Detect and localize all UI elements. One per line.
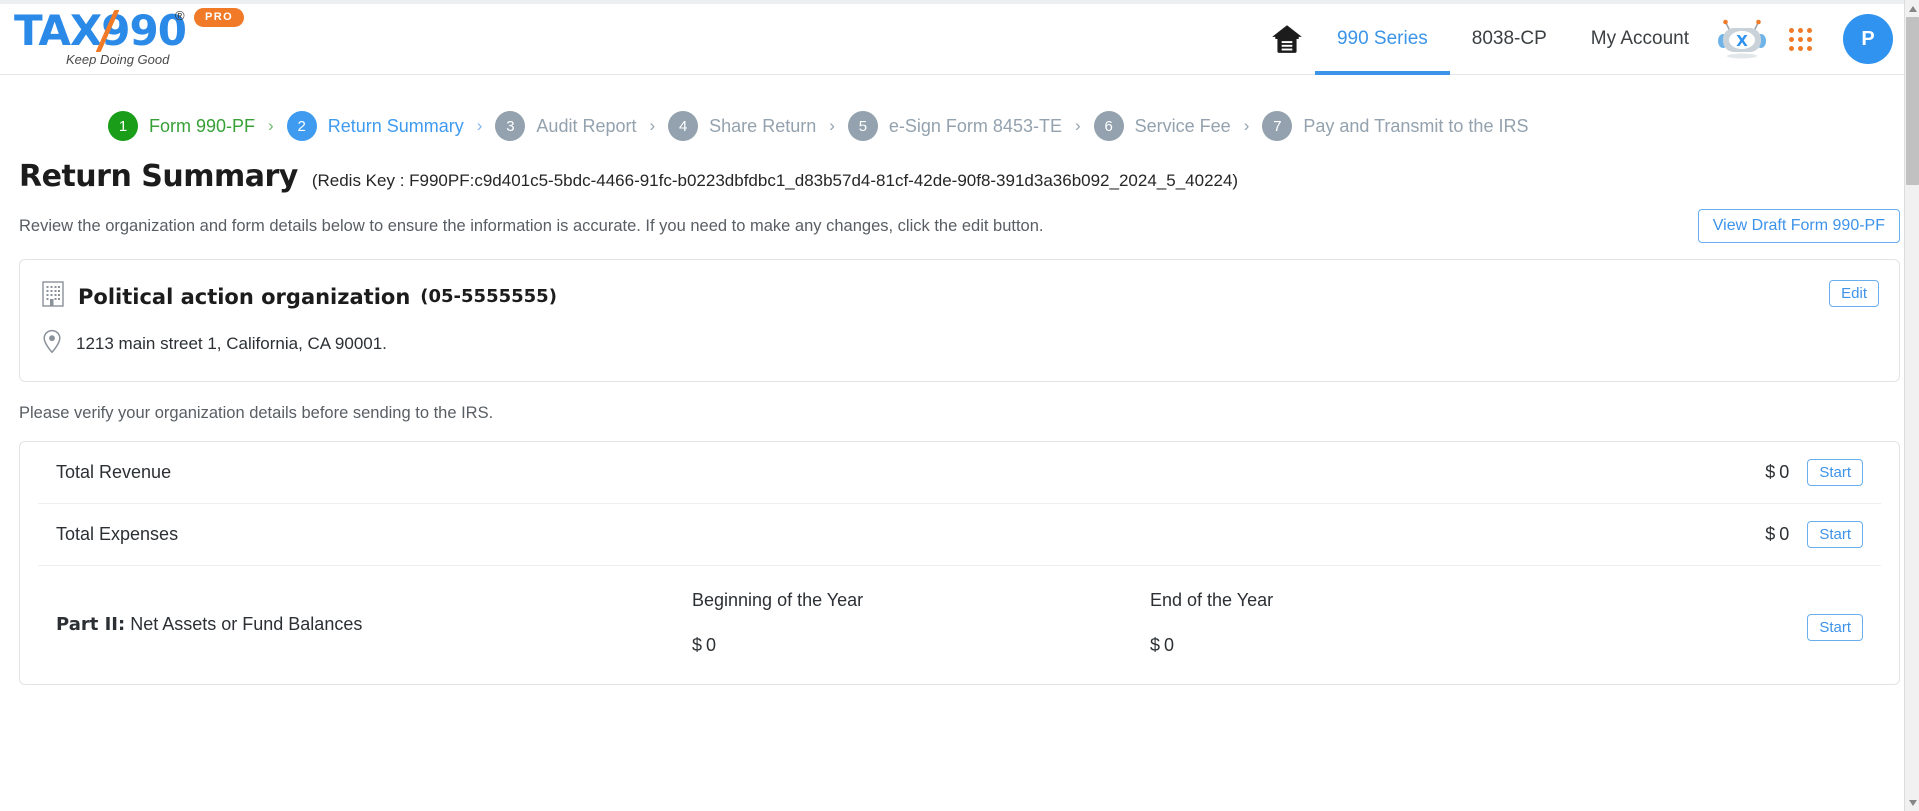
verify-note: Please verify your organization details … [19,404,494,422]
progress-stepper: 1 Form 990-PF › 2 Return Summary › 3 Aud… [0,75,1919,147]
beginning-of-year-column: Beginning of the Year $0 [692,590,1150,656]
organization-name-line: Political action organization (05-555555… [42,281,1879,312]
nav-item-8038-cp[interactable]: 8038-CP [1450,4,1569,75]
step-number: 6 [1093,111,1124,141]
scroll-down-arrow[interactable] [1905,794,1919,811]
form-summary-table: Total Revenue $0 Start Total Expenses $0… [19,441,1900,685]
end-of-year-column: End of the Year $0 [1150,590,1608,656]
logo-tagline: Keep Doing Good [66,52,170,67]
stepper-step-3[interactable]: 3 Audit Report [495,111,636,141]
intro-row: Review the organization and form details… [19,209,1900,243]
location-pin-icon [42,329,62,359]
nav-item-label: 990 Series [1336,28,1428,49]
organization-address-line: 1213 main street 1, California, CA 90001… [42,329,1879,359]
step-label: Service Fee [1134,115,1231,136]
end-of-year-label: End of the Year [1150,590,1274,610]
page-title: Return Summary [19,159,298,194]
row-amount: $0 [1765,524,1789,545]
step-number: 7 [1262,111,1293,141]
table-row: Total Expenses $0 Start [38,504,1881,566]
step-separator: › [829,116,835,135]
amount-value: 0 [706,635,717,655]
stepper-step-7[interactable]: 7 Pay and Transmit to the IRS [1262,111,1528,141]
step-separator: › [476,116,483,135]
currency-symbol: $ [1765,462,1776,482]
start-button-part-ii[interactable]: Start [1807,614,1863,641]
stepper-step-2[interactable]: 2 Return Summary [286,111,464,141]
row-label: Total Revenue [56,462,172,482]
step-separator: › [268,116,274,135]
avatar[interactable]: P [1843,14,1893,64]
step-separator: › [1243,116,1250,135]
chat-bot-icon[interactable]: X [1711,4,1773,75]
page-scrollbar[interactable] [1904,0,1919,811]
main-content: Return Summary (Redis Key : F990PF:c9d40… [0,159,1919,685]
part-ii-action-cell: Start [1807,590,1863,641]
step-label: Return Summary [327,115,464,136]
part-ii-prefix: Part II: [56,614,126,635]
step-label: Share Return [709,115,817,136]
amount-value: 0 [1164,635,1175,655]
end-of-year-value: $0 [1150,635,1608,656]
nav-item-my-account[interactable]: My Account [1569,4,1711,75]
step-label: Pay and Transmit to the IRS [1303,115,1529,136]
currency-symbol: $ [1150,635,1161,655]
view-draft-form-button[interactable]: View Draft Form 990-PF [1697,209,1900,243]
organization-address: 1213 main street 1, California, CA 90001… [76,334,387,353]
step-separator: › [649,116,656,135]
building-icon [42,281,64,312]
row-amount: $0 [1765,462,1789,483]
nav-item-label: 8038-CP [1471,28,1547,49]
app-header: TAX990 ® PRO Keep Doing Good 990 Series … [0,4,1919,75]
avatar-initial: P [1861,27,1875,50]
apps-grid-dots [1788,27,1812,51]
step-label: Audit Report [536,115,637,136]
organization-ein: (05-5555555) [420,286,557,307]
amount-value: 0 [1779,462,1790,482]
row-label: Total Expenses [56,524,179,544]
step-number: 1 [108,111,138,141]
step-number: 2 [286,111,317,141]
start-button-total-revenue[interactable]: Start [1807,459,1863,486]
intro-text: Review the organization and form details… [19,216,1044,235]
home-icon[interactable] [1259,4,1315,75]
stepper-step-1[interactable]: 1 Form 990-PF [108,111,255,141]
tax990-logo[interactable]: TAX990 ® PRO Keep Doing Good [14,6,274,72]
step-label: Form 990-PF [149,115,256,136]
start-button-total-expenses[interactable]: Start [1807,521,1863,548]
stepper-step-6[interactable]: 6 Service Fee [1093,111,1231,141]
organization-name: Political action organization [78,284,411,309]
nav-item-990-series[interactable]: 990 Series [1314,4,1450,75]
stepper-step-5[interactable]: 5 e-Sign Form 8453-TE [847,111,1062,141]
apps-grid-icon[interactable] [1773,4,1827,75]
table-row-part-ii: Part II: Net Assets or Fund Balances Beg… [38,566,1881,684]
step-number: 4 [668,111,699,141]
step-number: 5 [847,111,878,141]
organization-card: Edit Political action organization (05-5… [19,259,1900,382]
beginning-of-year-value: $0 [692,635,1150,656]
logo-pro-badge: PRO [194,8,245,27]
scroll-up-arrow[interactable] [1905,0,1919,17]
logo-registered-mark: ® [175,8,185,23]
table-row: Total Revenue $0 Start [38,442,1881,504]
edit-organization-button[interactable]: Edit [1829,280,1879,307]
step-number: 3 [495,111,526,141]
step-separator: › [1074,116,1081,135]
title-row: Return Summary (Redis Key : F990PF:c9d40… [19,159,1900,194]
currency-symbol: $ [1765,524,1776,544]
part-ii-label: Part II: Net Assets or Fund Balances [56,590,692,635]
amount-value: 0 [1779,524,1790,544]
part-ii-title: Net Assets or Fund Balances [130,614,363,634]
scrollbar-thumb[interactable] [1906,17,1919,185]
step-label: e-Sign Form 8453-TE [888,115,1062,136]
currency-symbol: $ [692,635,703,655]
beginning-of-year-label: Beginning of the Year [692,590,864,610]
stepper-step-4[interactable]: 4 Share Return [668,111,816,141]
redis-key-text: (Redis Key : F990PF:c9d401c5-5bdc-4466-9… [311,171,1239,190]
header-nav: 990 Series 8038-CP My Account X P [1259,4,1919,75]
svg-text:X: X [1736,32,1748,50]
nav-item-label: My Account [1590,28,1689,49]
